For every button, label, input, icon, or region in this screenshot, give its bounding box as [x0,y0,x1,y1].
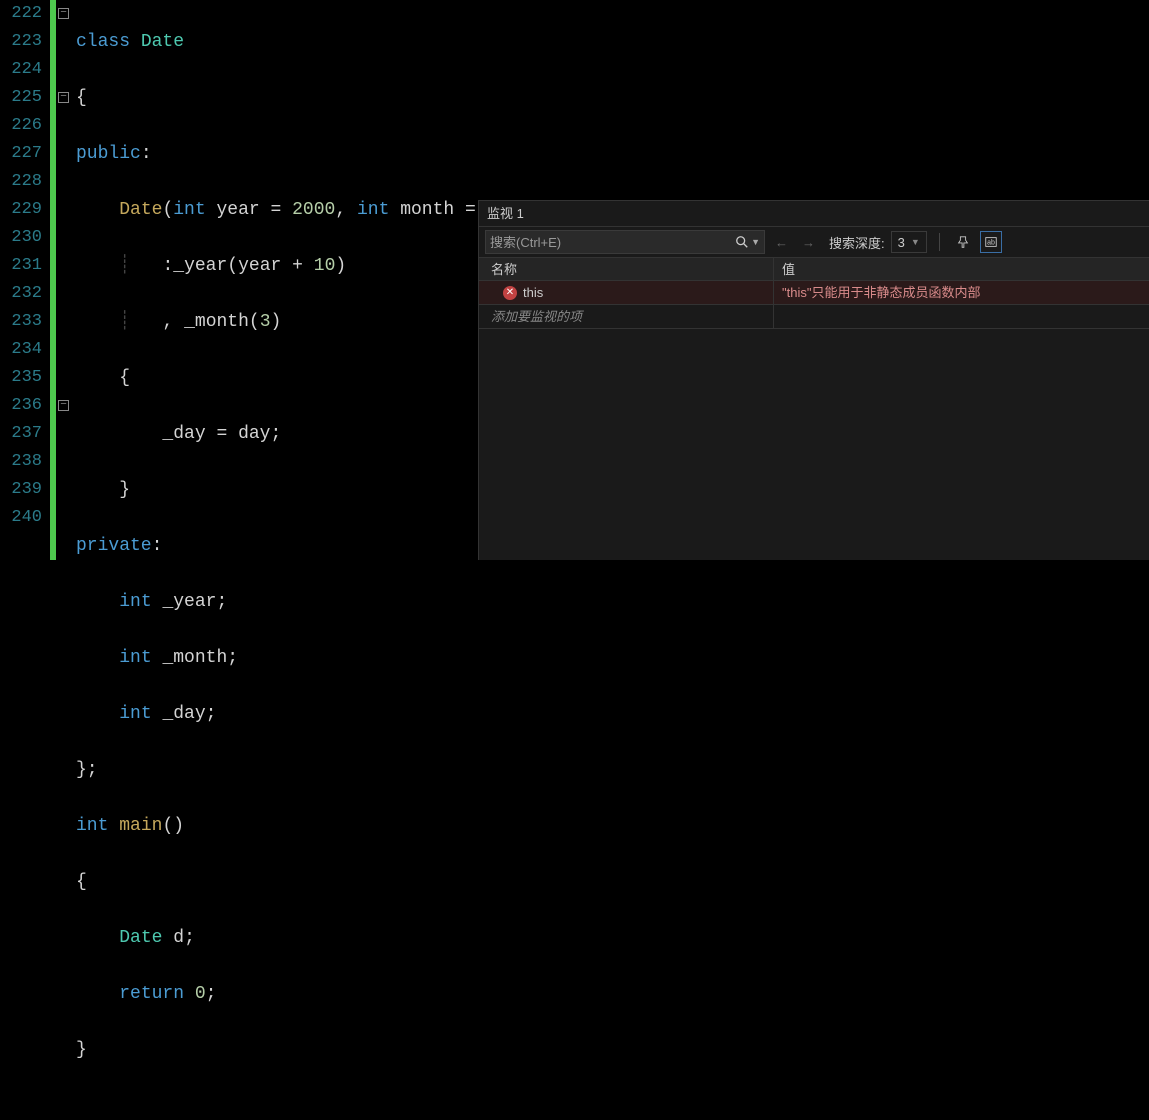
line-number: 236 [0,392,42,420]
brace-open: { [119,368,130,388]
watch-toolbar: ▼ ← → 搜索深度: 3 ▼ ab [479,227,1149,257]
keyword-public: public [76,144,141,164]
pin-icon[interactable] [952,231,974,253]
line-number: 234 [0,336,42,364]
column-value-header[interactable]: 值 [774,258,1149,280]
search-input[interactable] [490,235,735,250]
line-number: 227 [0,140,42,168]
dropdown-icon[interactable]: ▼ [751,237,760,247]
line-number: 223 [0,28,42,56]
line-number: 237 [0,420,42,448]
nav-back-icon[interactable]: ← [771,235,792,250]
fold-toggle-icon[interactable]: − [58,92,69,103]
error-icon: ✕ [503,286,517,300]
line-number: 228 [0,168,42,196]
code-lines[interactable]: class Date { public: Date(int year = 200… [56,0,1149,1120]
settings-box-icon[interactable]: ab [980,231,1002,253]
watch-expression-value: "this"只能用于非静态成员函数内部 [774,281,1149,304]
line-number: 222 [0,0,42,28]
line-number: 240 [0,504,42,532]
depth-value: 3 [898,235,905,250]
function-main: main [119,816,162,836]
brace-close: } [119,480,130,500]
line-number: 225 [0,84,42,112]
search-icon[interactable] [735,235,749,249]
empty-cell [774,305,1149,329]
line-number: 229 [0,196,42,224]
brace-open: { [76,88,87,108]
watch-panel-title: 监视 1 [479,201,1149,227]
line-number: 231 [0,252,42,280]
line-number: 232 [0,280,42,308]
line-number-gutter: 222 223 224 225 226 227 228 229 230 231 … [0,0,50,560]
watch-expression-name: this [523,281,543,305]
line-number: 233 [0,308,42,336]
svg-text:ab: ab [987,240,995,247]
toolbar-divider [939,233,940,251]
brace-close: }; [76,760,98,780]
line-number: 226 [0,112,42,140]
depth-label: 搜索深度: [829,233,885,252]
watch-row[interactable]: ✕ this "this"只能用于非静态成员函数内部 [479,281,1149,305]
keyword-class: class [76,32,130,52]
search-box[interactable]: ▼ [485,230,765,254]
watch-panel: 监视 1 ▼ ← → 搜索深度: 3 ▼ ab 名称 值 [478,200,1149,560]
add-watch-item[interactable]: 添加要监视的项 [479,305,774,329]
class-name: Date [141,32,184,52]
brace-open: { [76,872,87,892]
column-name-header[interactable]: 名称 [479,258,774,280]
nav-forward-icon[interactable]: → [798,235,819,250]
line-number: 238 [0,448,42,476]
line-number: 239 [0,476,42,504]
depth-select[interactable]: 3 ▼ [891,231,927,253]
fold-toggle-icon[interactable]: − [58,8,69,19]
watch-grid-header: 名称 值 [479,257,1149,281]
keyword-private: private [76,536,152,556]
fold-toggle-icon[interactable]: − [58,400,69,411]
line-number: 224 [0,56,42,84]
brace-close: } [76,1040,87,1060]
constructor-name: Date [119,200,162,220]
line-number: 230 [0,224,42,252]
chevron-down-icon: ▼ [911,237,920,247]
line-number: 235 [0,364,42,392]
